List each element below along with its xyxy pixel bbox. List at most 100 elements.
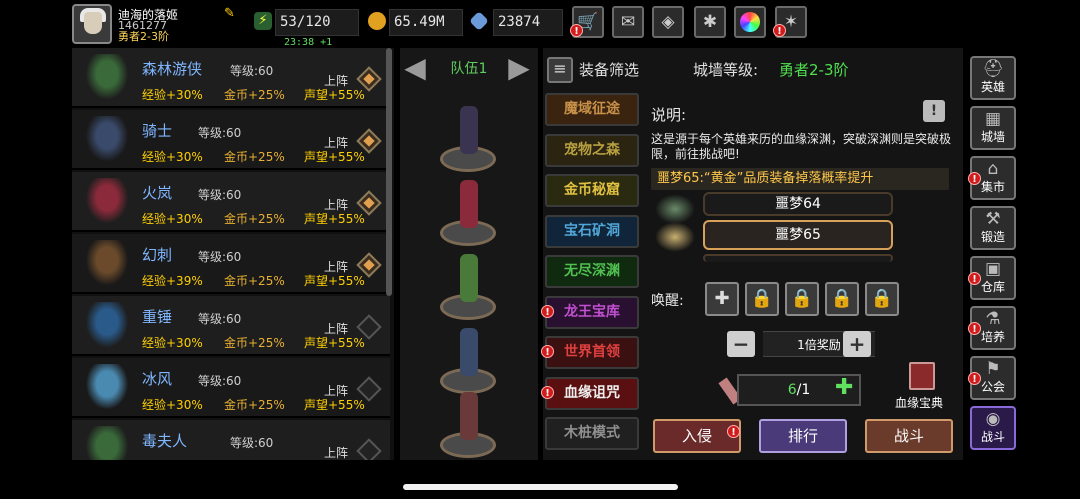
difficulty-next[interactable]: [703, 254, 893, 262]
crack-icon[interactable]: ✶!: [773, 6, 807, 38]
hero-deploy-button[interactable]: 上阵: [324, 444, 348, 460]
color-wheel-icon[interactable]: [734, 6, 766, 38]
sidebar-item-4[interactable]: ⚒ 锻造: [970, 206, 1016, 250]
info-icon[interactable]: !: [923, 100, 945, 122]
gamepad-icon[interactable]: ◈: [652, 6, 684, 38]
mode-button[interactable]: 宝石矿洞: [545, 214, 639, 248]
invade-button[interactable]: 入侵: [653, 419, 741, 453]
cart-icon[interactable]: 🛒!: [570, 6, 604, 38]
hero-gold-bonus: 金币+25%: [224, 150, 285, 164]
mode-button[interactable]: 木桩模式: [545, 417, 639, 450]
hero-name: 重锤: [142, 308, 173, 326]
hero-deploy-button[interactable]: 上阵: [324, 72, 348, 89]
lock-icon[interactable]: 🔒: [745, 282, 779, 316]
multiplier-plus-button[interactable]: +: [843, 331, 871, 357]
anvil-icon: ⚒: [985, 209, 1001, 229]
awaken-label: 唤醒:: [651, 293, 684, 309]
awaken-add-button[interactable]: ✚: [705, 282, 739, 316]
mail-icon[interactable]: ✉: [612, 6, 644, 38]
hero-portrait: [82, 178, 132, 228]
helmet-icon: ⛑: [982, 59, 1004, 79]
hero-name: 森林游侠: [142, 60, 203, 78]
mode-button[interactable]: 血缘诅咒: [545, 376, 639, 410]
sidebar-item-7[interactable]: ⚑ 公会!: [968, 356, 1016, 400]
team-next-arrow[interactable]: ▶: [504, 52, 534, 84]
mode-button[interactable]: 无尽深渊: [545, 255, 639, 288]
player-rank: 勇者2-3阶: [118, 30, 169, 43]
lock-icon[interactable]: 🔒: [825, 282, 859, 316]
top-bar: 迪海的落姬 1461277 勇者2-3阶 ✎ ⚡ 53/120 23:38 +1…: [0, 0, 1080, 48]
book-label[interactable]: 血缘宝典: [895, 394, 943, 411]
hero-row[interactable]: 骑士 等级:60 经验+30% 金币+25% 声望+55% 上阵: [72, 110, 390, 170]
team-slot-1[interactable]: [440, 106, 496, 174]
difficulty-bonus: 噩梦65:“黄金”品质装备掉落概率提升: [651, 168, 949, 190]
lock-icon[interactable]: 🔒: [865, 282, 899, 316]
book-icon[interactable]: [909, 362, 935, 390]
filter-label[interactable]: 装备筛选: [579, 59, 639, 80]
team-slot-3[interactable]: [440, 254, 496, 322]
sidebar-item-5[interactable]: ▣ 仓库!: [968, 256, 1016, 300]
description-title: 说明:: [651, 106, 687, 124]
mode-button[interactable]: 世界首领: [545, 336, 639, 369]
lock-icon[interactable]: 🔒: [785, 282, 819, 316]
gem-value: 23874: [493, 9, 563, 36]
team-slot-5[interactable]: [440, 392, 496, 460]
difficulty-prev[interactable]: 噩梦64: [703, 192, 893, 216]
hero-row[interactable]: 火岚 等级:60 经验+30% 金币+25% 声望+55% 上阵: [72, 172, 390, 232]
mode-button[interactable]: 魔域征途: [545, 93, 639, 126]
sidebar-item-1[interactable]: ⛑ 英雄: [970, 56, 1016, 100]
castle-icon: [655, 222, 695, 252]
sidebar-item-8[interactable]: ◉ 战斗: [970, 406, 1016, 450]
difficulty-current[interactable]: 噩梦65: [703, 220, 893, 250]
hero-deploy-button[interactable]: 上阵: [324, 320, 348, 337]
hero-exp-bonus: 经验+30%: [142, 398, 203, 412]
tree-icon: [655, 194, 695, 224]
gem-icon: [469, 11, 489, 31]
wall-level-value: 勇者2-3阶: [779, 61, 849, 79]
hero-gold-bonus: 金币+25%: [224, 274, 285, 288]
mode-button[interactable]: 龙王宝库: [545, 295, 639, 329]
hero-level: 等级:60: [198, 250, 242, 264]
hero-row[interactable]: 冰风 等级:60 经验+30% 金币+25% 声望+55% 上阵: [72, 358, 390, 418]
battle-button[interactable]: 战斗: [865, 419, 953, 453]
hero-gold-bonus: 金币+25%: [224, 212, 285, 226]
hero-row[interactable]: 幻刺 等级:60 经验+39% 金币+25% 声望+55% 上阵: [72, 234, 390, 294]
add-key-button[interactable]: ✚: [835, 375, 853, 400]
mode-button[interactable]: 金币秘窟: [545, 174, 639, 207]
hero-portrait: [82, 364, 132, 414]
hero-portrait: [82, 302, 132, 352]
hero-deploy-button[interactable]: 上阵: [324, 134, 348, 151]
sidebar-alert: !: [968, 172, 981, 185]
multiplier-minus-button[interactable]: −: [727, 331, 755, 357]
hero-portrait: [82, 116, 132, 166]
edit-icon[interactable]: ✎: [224, 6, 238, 21]
hero-list-scrollbar[interactable]: [386, 48, 392, 296]
key-count-current: 6: [787, 382, 797, 398]
home-indicator[interactable]: [403, 484, 678, 490]
hero-name: 火岚: [142, 184, 173, 202]
mode-alert: !: [541, 385, 554, 399]
sidebar-item-2[interactable]: ▦ 城墙: [970, 106, 1016, 150]
team-slot-2[interactable]: [440, 180, 496, 248]
mode-button[interactable]: 宠物之森: [545, 133, 639, 167]
player-avatar[interactable]: [72, 4, 112, 44]
hero-deploy-button[interactable]: 上阵: [324, 196, 348, 213]
invade-alert: !: [727, 425, 740, 438]
hero-row[interactable]: 毒夫人 等级:60 上阵: [72, 420, 390, 460]
hero-deploy-button[interactable]: 上阵: [324, 382, 348, 399]
stamina-icon: ⚡: [254, 12, 272, 30]
hero-gold-bonus: 金币+25%: [224, 336, 285, 350]
sidebar-item-6[interactable]: ⚗ 培养!: [968, 306, 1016, 350]
sidebar-item-3[interactable]: ⌂ 集市!: [968, 156, 1016, 200]
team-slot-4[interactable]: [440, 328, 496, 396]
rank-button[interactable]: 排行: [759, 419, 847, 453]
hero-portrait: [82, 240, 132, 290]
hero-row[interactable]: 森林游侠 等级:60 经验+30% 金币+25% 声望+55% 上阵: [72, 48, 390, 108]
hero-level: 等级:60: [230, 64, 274, 78]
hero-row[interactable]: 重锤 等级:60 经验+30% 金币+25% 声望+55% 上阵: [72, 296, 390, 356]
filter-menu-icon[interactable]: ≡: [547, 57, 573, 83]
gear-icon[interactable]: ✱: [694, 6, 726, 38]
stamina-value: 53/120: [275, 9, 359, 36]
hero-deploy-button[interactable]: 上阵: [324, 258, 348, 275]
hero-deploy-icon[interactable]: [356, 438, 382, 460]
